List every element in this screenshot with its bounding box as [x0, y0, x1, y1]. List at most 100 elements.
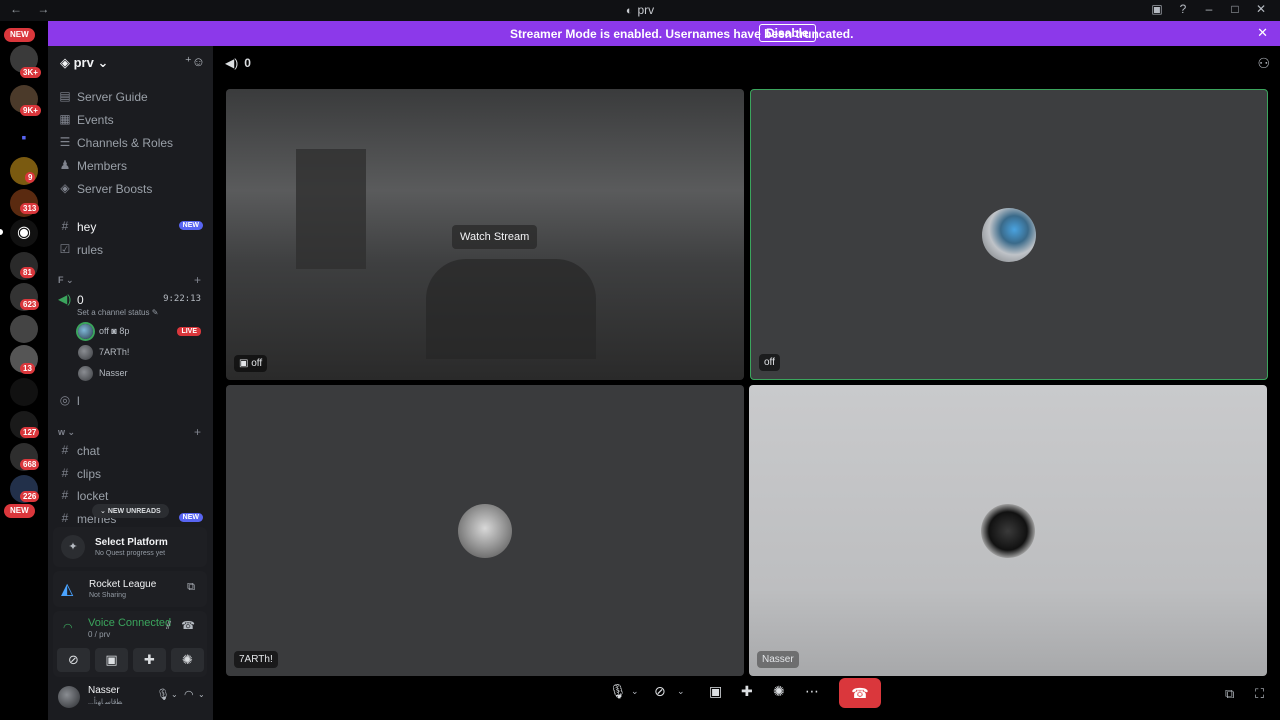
- disconnect-icon[interactable]: ☎: [181, 619, 195, 632]
- fullscreen-icon[interactable]: ⛶: [1255, 686, 1264, 702]
- soundboard-icon[interactable]: ✺: [773, 683, 785, 700]
- channel-clips[interactable]: # clips: [54, 463, 207, 485]
- menu-members[interactable]: ♟ Members: [54, 155, 207, 177]
- window-title: ◐ prv: [0, 3, 1280, 17]
- new-unreads-pill[interactable]: ⌄ NEW UNREADS: [92, 504, 169, 518]
- new-pill-bottom[interactable]: NEW: [4, 504, 35, 518]
- quest-subtitle: No Quest progress yet: [95, 550, 166, 557]
- help-icon[interactable]: ?: [1170, 2, 1196, 16]
- invite-icon[interactable]: ⁺☺: [185, 54, 205, 70]
- activities-button[interactable]: ✚: [133, 648, 166, 672]
- avatar: [78, 324, 93, 339]
- channel-hey[interactable]: # hey NEW: [54, 216, 207, 238]
- call-controls: 🎙 ⌄ ⊘ ⌄ ▣ ✚ ✺ ⋯ ☎: [599, 678, 899, 708]
- avatar: [458, 504, 512, 558]
- chevron-down-icon[interactable]: ⌄: [171, 690, 178, 699]
- stage-channel-l[interactable]: ◎ l: [54, 390, 207, 412]
- disable-button[interactable]: Disable: [759, 24, 816, 42]
- category-f[interactable]: F ⌄: [58, 275, 74, 286]
- watch-stream-button[interactable]: Watch Stream: [452, 225, 538, 249]
- server-header[interactable]: ◈ prv ⌄ ⁺☺: [48, 46, 213, 79]
- menu-events[interactable]: ▦ Events: [54, 109, 207, 131]
- activity-icon[interactable]: ⚇: [1257, 55, 1270, 72]
- soundboard-button[interactable]: ✺: [171, 648, 204, 672]
- quest-panel[interactable]: ✦ Select Platform No Quest progress yet: [53, 527, 207, 567]
- close-icon[interactable]: ✕: [1248, 2, 1274, 16]
- add-channel-icon[interactable]: +: [194, 425, 201, 439]
- game-activity[interactable]: ◭ Rocket League Not Sharing ⧉: [53, 571, 207, 607]
- user-status: ...ﻄﻗﺎﺳ ﺎﻬﻧﺃ: [88, 699, 123, 706]
- server-badge: 9K+: [20, 105, 41, 116]
- channel-name: l: [77, 394, 80, 408]
- chevron-down-icon[interactable]: ⌄: [677, 686, 685, 697]
- server-badge: 3K+: [20, 67, 41, 78]
- stream-tile-off[interactable]: Watch Stream ▣ off: [226, 89, 744, 380]
- chevron-down-icon[interactable]: ⌄: [631, 686, 639, 697]
- video-tile-off[interactable]: off: [750, 89, 1268, 380]
- disconnect-button[interactable]: ☎: [839, 678, 881, 708]
- eye-icon[interactable]: ◉: [10, 219, 38, 247]
- server-badge: 9: [25, 172, 36, 183]
- camera-off-icon[interactable]: ⊘: [654, 683, 666, 700]
- screen-share-button[interactable]: ▣: [95, 648, 128, 672]
- server-name: ◈ prv ⌄: [60, 55, 109, 70]
- menu-label: Server Guide: [77, 90, 148, 104]
- user-name: Nasser: [88, 685, 120, 696]
- camera-off-button[interactable]: ⊘: [57, 648, 90, 672]
- voice-user-name: off ◙ 8p: [99, 326, 130, 336]
- server-badge: 13: [20, 363, 35, 374]
- channel-status-hint[interactable]: Set a channel status ✎: [77, 308, 158, 317]
- quest-icon: ✦: [61, 535, 85, 559]
- menu-server-guide[interactable]: ▤ Server Guide: [54, 86, 207, 108]
- category-w[interactable]: w ⌄: [58, 427, 75, 438]
- hash-icon: #: [61, 488, 69, 502]
- window-controls: ▣ ? – □ ✕: [1144, 2, 1274, 16]
- inbox-icon[interactable]: ▣: [1144, 2, 1170, 16]
- menu-server-boosts[interactable]: ◈ Server Boosts: [54, 178, 207, 200]
- new-badge: NEW: [178, 513, 203, 522]
- hash-icon: #: [61, 219, 69, 233]
- screen-share-icon[interactable]: ▣: [709, 683, 722, 700]
- chevron-down-icon[interactable]: ⌄: [198, 690, 205, 699]
- video-tile-7arth[interactable]: 7ARTh!: [226, 385, 744, 676]
- avatar: [78, 366, 93, 381]
- server-rail: NEW 3K+ 9K+ ▪ 9 313 ◉ 81 623 13 127 668 …: [0, 21, 48, 720]
- popout-icon[interactable]: ⧉: [1225, 686, 1234, 702]
- channel-rules[interactable]: ☑ rules: [54, 239, 207, 261]
- signal-icon[interactable]: ◠: [63, 621, 73, 634]
- close-icon[interactable]: ✕: [1257, 25, 1268, 41]
- headphones-icon[interactable]: ◠: [184, 688, 194, 701]
- maximize-icon[interactable]: □: [1222, 2, 1248, 16]
- server-badge: 81: [20, 267, 35, 278]
- avatar[interactable]: [58, 686, 80, 708]
- server-icon[interactable]: [10, 378, 38, 406]
- folder-icon[interactable]: ▪: [10, 123, 38, 151]
- menu-channels-roles[interactable]: ☰ Channels & Roles: [54, 132, 207, 154]
- channel-chat[interactable]: # chat: [54, 440, 207, 462]
- server-badge: 623: [20, 299, 40, 310]
- new-pill-top[interactable]: NEW: [4, 28, 35, 42]
- avatar: [982, 208, 1036, 262]
- menu-label: Server Boosts: [77, 182, 153, 196]
- minimize-icon[interactable]: –: [1196, 2, 1222, 16]
- microphone-icon[interactable]: 🎙: [609, 683, 627, 700]
- video-tile-nasser[interactable]: Nasser: [749, 385, 1267, 676]
- hash-icon: #: [61, 466, 69, 480]
- add-channel-icon[interactable]: +: [194, 273, 201, 287]
- server-icon[interactable]: [10, 315, 38, 343]
- tile-label: 7ARTh!: [234, 651, 278, 668]
- title-bar: ← → ◐ prv ▣ ? – □ ✕: [0, 0, 1280, 21]
- voice-connection-panel: ◠ Voice Connected 0 / prv ⫽ ☎ ⊘ ▣ ✚ ✺: [53, 611, 207, 677]
- avatar: [78, 345, 93, 360]
- share-screen-icon[interactable]: ⧉: [187, 581, 195, 594]
- speaker-icon: ◀): [58, 292, 72, 306]
- voice-channel-0[interactable]: ◀) 0 9:22:13 Set a channel status ✎: [54, 289, 207, 319]
- voice-status-subtitle: 0 / prv: [88, 630, 111, 639]
- server-badge: 668: [20, 459, 40, 470]
- more-icon[interactable]: ⋯: [805, 683, 819, 700]
- avatar: [981, 504, 1035, 558]
- activities-icon[interactable]: ✚: [741, 683, 753, 700]
- microphone-icon[interactable]: 🎙: [156, 688, 170, 701]
- noise-suppression-icon[interactable]: ⫽: [166, 620, 171, 633]
- streamer-mode-banner: Streamer Mode is enabled. Usernames have…: [48, 21, 1280, 46]
